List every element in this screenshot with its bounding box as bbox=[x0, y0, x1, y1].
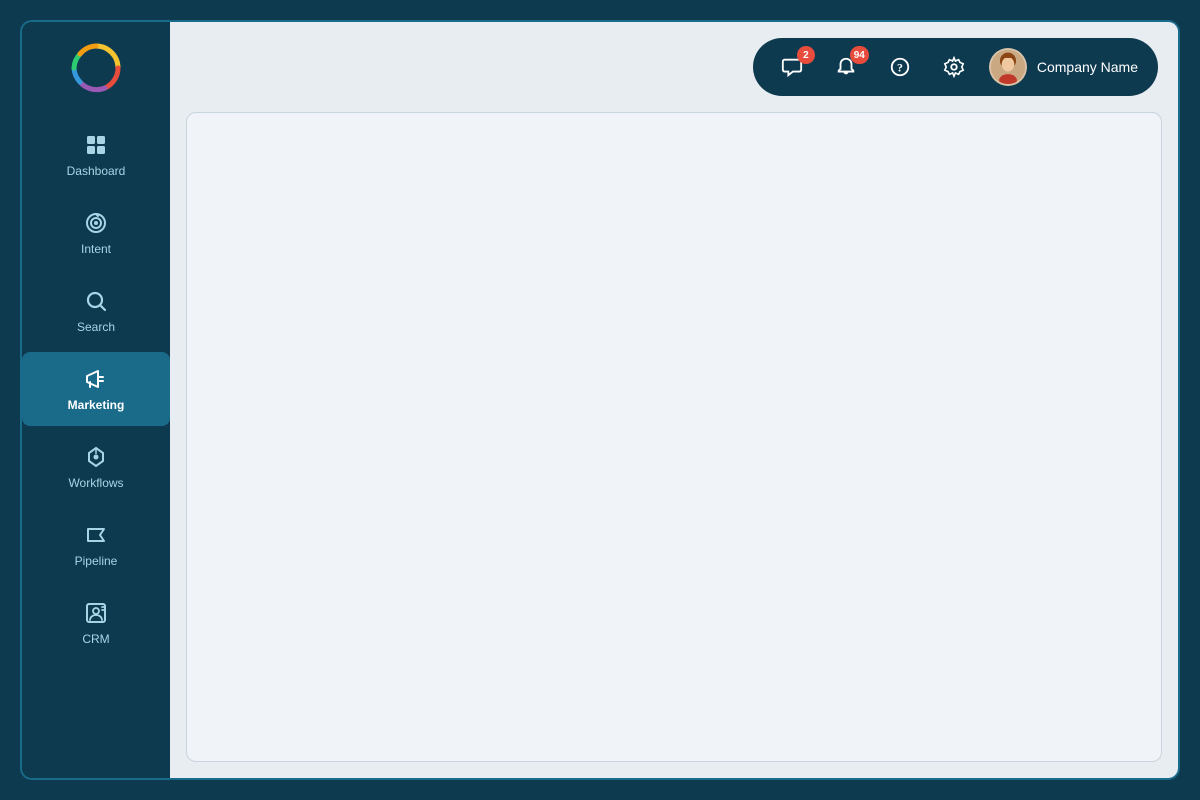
notifications-badge: 94 bbox=[850, 46, 869, 64]
sidebar-item-marketing[interactable]: Marketing bbox=[22, 352, 170, 426]
sidebar-item-pipeline[interactable]: Pipeline bbox=[22, 508, 170, 582]
sidebar-item-label: Pipeline bbox=[75, 554, 118, 568]
sidebar-item-label: Marketing bbox=[68, 398, 125, 412]
sidebar-item-search[interactable]: Search bbox=[22, 274, 170, 348]
company-profile[interactable]: Company Name bbox=[989, 48, 1138, 86]
sidebar-item-label: Search bbox=[77, 320, 115, 334]
app-logo[interactable] bbox=[70, 42, 122, 94]
company-name-label: Company Name bbox=[1037, 59, 1138, 75]
sidebar-item-crm[interactable]: CRM bbox=[22, 586, 170, 660]
content-area bbox=[186, 112, 1162, 762]
intent-icon bbox=[83, 210, 109, 236]
sidebar-item-label: Intent bbox=[81, 242, 111, 256]
main-content: 2 94 ? bbox=[170, 22, 1178, 778]
app-container: Dashboard Intent bbox=[20, 20, 1180, 780]
sidebar-nav: Dashboard Intent bbox=[22, 118, 170, 660]
workflows-icon bbox=[83, 444, 109, 470]
header: 2 94 ? bbox=[170, 22, 1178, 112]
sidebar-item-label: Workflows bbox=[68, 476, 123, 490]
svg-text:?: ? bbox=[897, 61, 903, 75]
notifications-button[interactable]: 94 bbox=[827, 48, 865, 86]
sidebar-item-intent[interactable]: Intent bbox=[22, 196, 170, 270]
sidebar-item-label: Dashboard bbox=[67, 164, 126, 178]
marketing-icon bbox=[83, 366, 109, 392]
pipeline-icon bbox=[83, 522, 109, 548]
crm-icon bbox=[83, 600, 109, 626]
dashboard-icon bbox=[83, 132, 109, 158]
messages-badge: 2 bbox=[797, 46, 815, 64]
search-icon bbox=[83, 288, 109, 314]
settings-button[interactable] bbox=[935, 48, 973, 86]
help-button[interactable]: ? bbox=[881, 48, 919, 86]
header-bar: 2 94 ? bbox=[753, 38, 1158, 96]
sidebar-item-workflows[interactable]: Workflows bbox=[22, 430, 170, 504]
messages-button[interactable]: 2 bbox=[773, 48, 811, 86]
sidebar: Dashboard Intent bbox=[22, 22, 170, 778]
sidebar-item-label: CRM bbox=[82, 632, 109, 646]
avatar bbox=[989, 48, 1027, 86]
sidebar-item-dashboard[interactable]: Dashboard bbox=[22, 118, 170, 192]
